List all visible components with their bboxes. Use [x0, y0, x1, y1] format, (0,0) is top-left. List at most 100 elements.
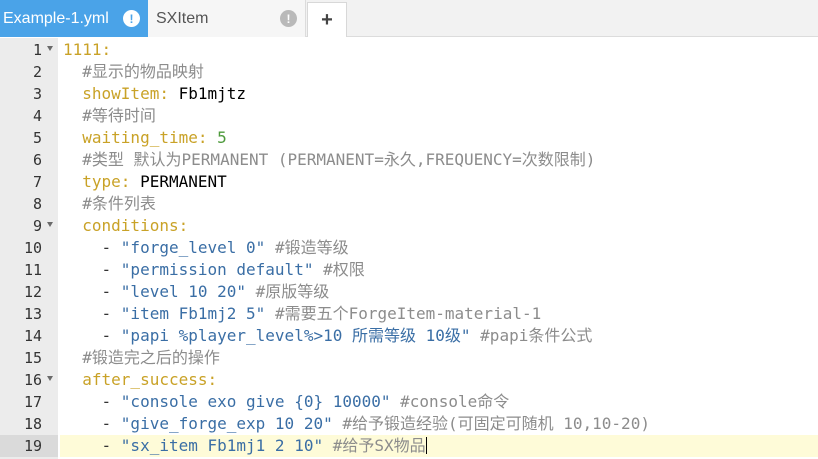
fold-arrow-icon[interactable]	[47, 222, 53, 227]
code-line[interactable]: 11 - "permission default" #权限	[0, 259, 818, 281]
code-token: -	[63, 414, 121, 433]
gutter-cell: 14	[0, 325, 58, 347]
tab-example-1-yml[interactable]: Example-1.yml !	[0, 0, 148, 37]
line-number: 6	[32, 151, 42, 169]
code-line[interactable]: 14 - "papi %player_level%>10 所需等级 10级" #…	[0, 325, 818, 347]
code-token: "permission default"	[120, 260, 314, 279]
code-token: #console命令	[400, 392, 510, 411]
code-line[interactable]: 9 conditions:	[0, 215, 818, 237]
code-line[interactable]: 17 - "console exo give {0} 10000" #conso…	[0, 391, 818, 413]
code-line[interactable]: 5 waiting_time: 5	[0, 127, 818, 149]
code-line[interactable]: 12 - "level 10 20" #原版等级	[0, 281, 818, 303]
line-number: 19	[23, 437, 42, 455]
gutter-cell: 17	[0, 391, 58, 413]
code-line[interactable]: 2 #显示的物品映射	[0, 61, 818, 83]
code-text: 1111:	[60, 39, 818, 61]
line-number: 2	[32, 63, 42, 81]
code-token: "forge_level 0"	[120, 238, 266, 257]
line-number: 10	[23, 239, 42, 257]
code-text: #锻造完之后的操作	[60, 347, 818, 369]
info-icon: !	[280, 10, 297, 27]
code-token: -	[63, 260, 121, 279]
code-line[interactable]: 16 after_success:	[0, 369, 818, 391]
gutter-cell: 9	[0, 215, 58, 237]
add-tab-button[interactable]: +	[307, 2, 347, 37]
code-token: showItem:	[82, 84, 169, 103]
info-icon: !	[123, 10, 140, 27]
gutter-cell: 12	[0, 281, 58, 303]
line-number: 13	[23, 305, 42, 323]
gutter-cell: 1	[0, 39, 58, 61]
gutter-cell: 10	[0, 237, 58, 259]
gutter-cell: 7	[0, 171, 58, 193]
code-token: #锻造完之后的操作	[82, 348, 220, 367]
code-line[interactable]: 10 - "forge_level 0" #锻造等级	[0, 237, 818, 259]
code-token: #原版等级	[255, 282, 330, 301]
code-token: -	[63, 392, 121, 411]
line-number: 17	[23, 393, 42, 411]
gutter-cell: 16	[0, 369, 58, 391]
gutter-cell: 13	[0, 303, 58, 325]
code-token: #给予SX物品	[332, 436, 426, 455]
code-text: #等待时间	[60, 105, 818, 127]
code-line[interactable]: 18 - "give_forge_exp 10 20" #给予锻造经验(可固定可…	[0, 413, 818, 435]
gutter-cell: 2	[0, 61, 58, 83]
plus-icon: +	[321, 8, 333, 31]
code-token: #权限	[323, 260, 365, 279]
code-line[interactable]: 13 - "item Fb1mj2 5" #需要五个ForgeItem-mate…	[0, 303, 818, 325]
code-text: #显示的物品映射	[60, 61, 818, 83]
line-number: 15	[23, 349, 42, 367]
code-token: type:	[82, 172, 131, 191]
code-token: #类型 默认为PERMANENT (PERMANENT=永久,FREQUENCY…	[82, 150, 596, 169]
line-number: 18	[23, 415, 42, 433]
code-text: - "permission default" #权限	[60, 259, 818, 281]
code-line[interactable]: 15 #锻造完之后的操作	[0, 347, 818, 369]
code-text: after_success:	[60, 369, 818, 391]
code-line[interactable]: 4 #等待时间	[0, 105, 818, 127]
line-number: 3	[32, 85, 42, 103]
code-line[interactable]: 6 #类型 默认为PERMANENT (PERMANENT=永久,FREQUEN…	[0, 149, 818, 171]
code-token: -	[63, 304, 121, 323]
code-token: after_success:	[82, 370, 218, 389]
line-number: 16	[23, 371, 42, 389]
code-token: -	[63, 238, 121, 257]
code-line[interactable]: 1 1111:	[0, 39, 818, 61]
gutter-cell: 8	[0, 193, 58, 215]
line-number: 12	[23, 283, 42, 301]
tab-sxitem[interactable]: SXItem !	[148, 0, 306, 37]
tab-bar: Example-1.yml ! SXItem ! +	[0, 0, 818, 37]
line-number: 9	[32, 217, 42, 235]
code-token: "level 10 20"	[120, 282, 247, 301]
code-token: Fb1mjtz	[168, 84, 247, 103]
code-line[interactable]: 8 #条件列表	[0, 193, 818, 215]
tab-label: SXItem	[156, 9, 209, 27]
line-number: 5	[32, 129, 42, 147]
gutter-cell: 5	[0, 127, 58, 149]
code-token: -	[63, 282, 121, 301]
fold-arrow-icon[interactable]	[47, 46, 53, 51]
code-token: waiting_time:	[82, 128, 208, 147]
gutter-cell: 6	[0, 149, 58, 171]
fold-arrow-icon[interactable]	[47, 376, 53, 381]
code-line[interactable]: 3 showItem: Fb1mjtz	[0, 83, 818, 105]
code-line[interactable]: 7 type: PERMANENT	[0, 171, 818, 193]
code-line[interactable]: 19 - "sx_item Fb1mj1 2 10" #给予SX物品	[0, 435, 818, 457]
code-text: - "level 10 20" #原版等级	[60, 281, 818, 303]
code-token: -	[63, 436, 121, 455]
code-token: "give_forge_exp 10 20"	[120, 414, 333, 433]
code-token: 1111:	[63, 40, 112, 59]
code-editor[interactable]: 1 1111: 2 #显示的物品映射 3 showItem: Fb1mjtz 4 #等待…	[0, 38, 818, 459]
